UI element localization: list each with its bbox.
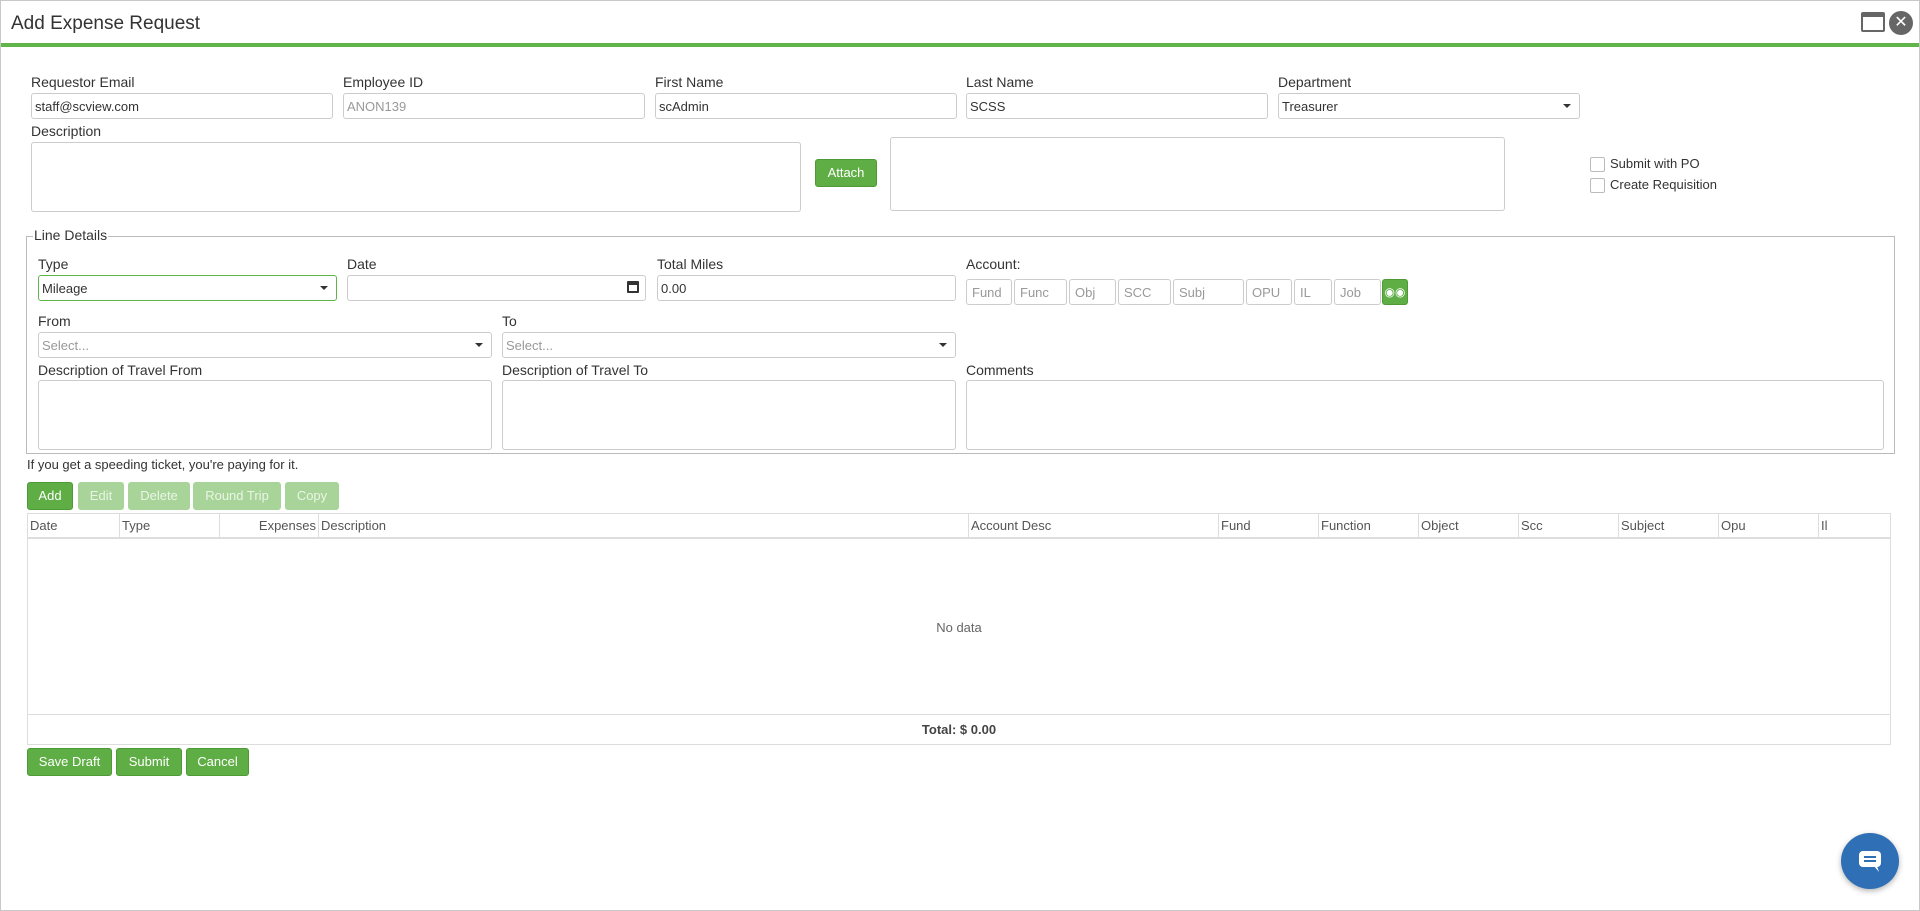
create-requisition-checkbox[interactable] — [1590, 178, 1605, 193]
description-textarea[interactable] — [31, 142, 801, 212]
to-select[interactable]: Select... — [502, 332, 956, 358]
account-func-field[interactable]: Func — [1014, 279, 1067, 305]
desc-travel-to-textarea[interactable] — [502, 380, 956, 450]
column-header-expenses[interactable]: Expenses — [220, 514, 319, 539]
close-icon[interactable]: ✕ — [1889, 11, 1913, 35]
chat-launcher[interactable] — [1841, 833, 1899, 889]
column-header-fund[interactable]: Fund — [1219, 514, 1319, 539]
from-select[interactable]: Select... — [38, 332, 492, 358]
comments-textarea[interactable] — [966, 380, 1884, 450]
grid-empty-message: No data — [936, 620, 982, 635]
to-label: To — [502, 313, 517, 329]
add-button[interactable]: Add — [27, 482, 73, 510]
attach-button[interactable]: Attach — [815, 159, 877, 187]
last-name-field[interactable]: SCSS — [966, 93, 1268, 119]
create-requisition-label: Create Requisition — [1610, 177, 1717, 192]
date-field[interactable] — [347, 275, 646, 301]
department-label: Department — [1278, 74, 1352, 90]
type-value: Mileage — [42, 281, 88, 296]
dialog-titlebar: Add Expense Request ✕ — [1, 1, 1919, 47]
total-miles-label: Total Miles — [657, 256, 724, 272]
column-header-description[interactable]: Description — [319, 514, 969, 539]
employee-id-field: ANON139 — [343, 93, 645, 119]
account-job-field[interactable]: Job — [1334, 279, 1381, 305]
chevron-down-icon — [475, 343, 483, 347]
column-header-scc[interactable]: Scc — [1519, 514, 1619, 539]
account-scc-field[interactable]: SCC — [1118, 279, 1171, 305]
attachments-box[interactable] — [890, 137, 1505, 211]
requestor-email-label: Requestor Email — [31, 74, 135, 90]
submit-button[interactable]: Submit — [116, 748, 182, 776]
account-opu-field[interactable]: OPU — [1246, 279, 1292, 305]
maximize-icon[interactable] — [1861, 12, 1885, 34]
line-details-legend: Line Details — [33, 227, 109, 243]
chevron-down-icon — [939, 343, 947, 347]
from-label: From — [38, 313, 71, 329]
from-placeholder: Select... — [42, 338, 89, 353]
chevron-down-icon — [1563, 104, 1571, 108]
desc-travel-to-label: Description of Travel To — [502, 362, 649, 378]
copy-button[interactable]: Copy — [285, 482, 339, 510]
column-header-type[interactable]: Type — [120, 514, 220, 539]
column-header-date[interactable]: Date — [28, 514, 120, 539]
column-header-account-desc[interactable]: Account Desc — [969, 514, 1219, 539]
dialog-title: Add Expense Request — [11, 13, 201, 34]
requestor-email-field[interactable]: staff@scview.com — [31, 93, 333, 119]
first-name-label: First Name — [655, 74, 724, 90]
department-value: Treasurer — [1282, 99, 1338, 114]
type-label: Type — [38, 256, 69, 272]
chat-icon — [1859, 851, 1881, 872]
expense-request-dialog: Add Expense Request ✕ Requestor Email st… — [0, 0, 1920, 911]
account-subj-field[interactable]: Subj — [1173, 279, 1244, 305]
comments-label: Comments — [966, 362, 1034, 378]
round-trip-button[interactable]: Round Trip — [193, 482, 281, 510]
column-header-object[interactable]: Object — [1419, 514, 1519, 539]
delete-button[interactable]: Delete — [128, 482, 190, 510]
total-miles-field[interactable]: 0.00 — [657, 275, 956, 301]
chevron-down-icon — [320, 286, 328, 290]
desc-travel-from-label: Description of Travel From — [38, 362, 203, 378]
binoculars-icon[interactable]: ◉◉ — [1382, 279, 1408, 305]
account-obj-field[interactable]: Obj — [1069, 279, 1116, 305]
employee-id-label: Employee ID — [343, 74, 424, 90]
submit-with-po-label: Submit with PO — [1610, 156, 1700, 171]
grid-total: Total: $ 0.00 — [28, 714, 1890, 744]
calendar-icon[interactable] — [627, 281, 639, 293]
date-label: Date — [347, 256, 377, 272]
last-name-label: Last Name — [966, 74, 1034, 90]
speeding-notice: If you get a speeding ticket, you're pay… — [27, 457, 299, 472]
department-select[interactable]: Treasurer — [1278, 93, 1580, 119]
grid-header-row: Date Type Expenses Description Account D… — [28, 514, 1890, 539]
account-label: Account: — [966, 256, 1021, 272]
column-header-opu[interactable]: Opu — [1719, 514, 1819, 539]
type-select[interactable]: Mileage — [38, 275, 337, 301]
expense-lines-grid: Date Type Expenses Description Account D… — [27, 513, 1891, 745]
account-il-field[interactable]: IL — [1294, 279, 1332, 305]
submit-with-po-checkbox[interactable] — [1590, 157, 1605, 172]
description-label: Description — [31, 123, 102, 139]
column-header-function[interactable]: Function — [1319, 514, 1419, 539]
first-name-field[interactable]: scAdmin — [655, 93, 957, 119]
edit-button[interactable]: Edit — [78, 482, 124, 510]
column-header-subject[interactable]: Subject — [1619, 514, 1719, 539]
account-fund-field[interactable]: Fund — [966, 279, 1012, 305]
save-draft-button[interactable]: Save Draft — [27, 748, 112, 776]
to-placeholder: Select... — [506, 338, 553, 353]
cancel-button[interactable]: Cancel — [186, 748, 249, 776]
column-header-il[interactable]: Il — [1819, 514, 1890, 539]
desc-travel-from-textarea[interactable] — [38, 380, 492, 450]
